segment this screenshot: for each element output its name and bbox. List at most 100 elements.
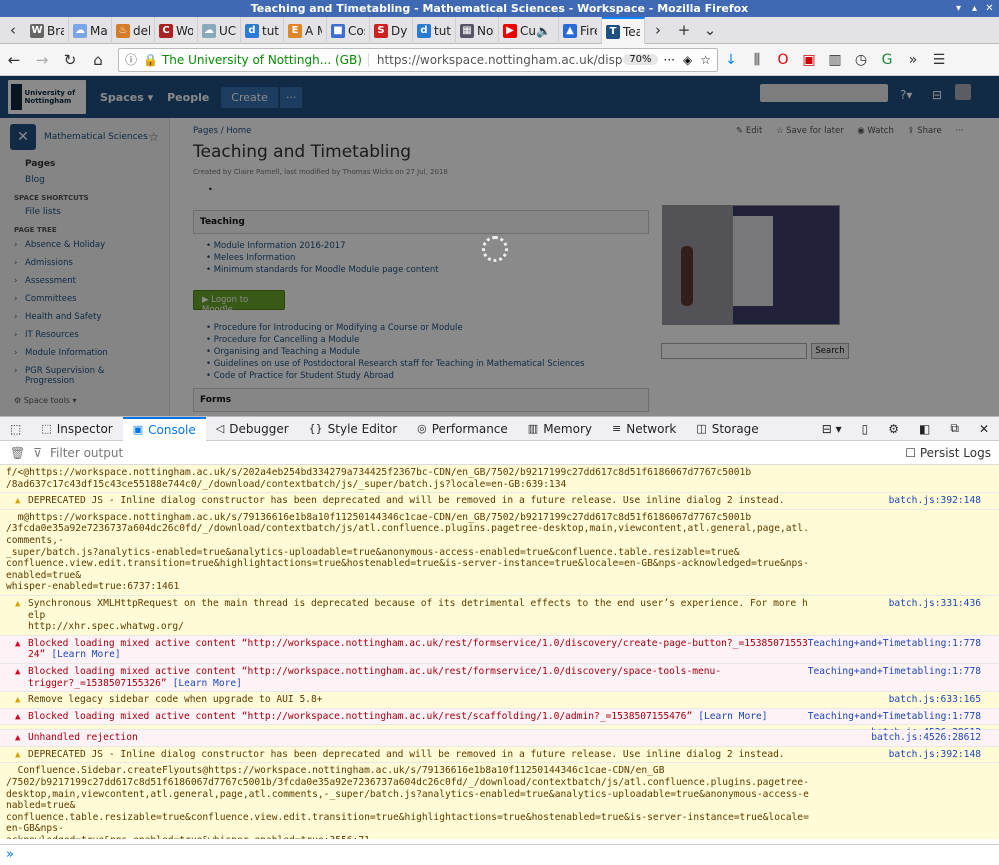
tab-10[interactable]: ▦Nottir: [456, 17, 499, 44]
grammarly-icon[interactable]: G: [874, 52, 900, 68]
navigation-toolbar: ← → ↻ ⌂ ⓘ 🔒 The University of Nottingh..…: [0, 44, 999, 76]
library-icon[interactable]: ⫼: [744, 52, 770, 68]
filter-icon: ⊽: [33, 445, 43, 460]
tab-label: Mach: [90, 23, 107, 38]
undock-icon[interactable]: ⧉: [940, 417, 969, 441]
warning-icon: ▲: [15, 695, 21, 706]
tab-2[interactable]: ♨debu: [112, 17, 155, 44]
devtools-tab-performance[interactable]: ◎ Performance: [407, 417, 518, 441]
trash-icon[interactable]: 🗑: [10, 446, 25, 460]
extension-badge-icon[interactable]: ▣: [796, 52, 822, 68]
tab-13[interactable]: TTea: [602, 17, 645, 44]
learn-more-link[interactable]: [Learn More]: [173, 678, 242, 689]
devtools-tab-icon: ▥: [527, 422, 539, 435]
tab-9[interactable]: dtutori: [413, 17, 456, 44]
devtools-tab-style-editor[interactable]: {} Style Editor: [299, 417, 407, 441]
minimize-button[interactable]: ▾: [952, 2, 965, 15]
scroll-tabs-left-button[interactable]: ‹: [0, 17, 26, 43]
tab-12[interactable]: ▲Firefo: [559, 17, 602, 44]
devtools-tab-label: Storage: [711, 421, 759, 436]
maximize-button[interactable]: ▴: [968, 2, 981, 15]
message-text: Confluence.Sidebar.createFlyouts@https:/…: [6, 765, 809, 839]
devtools-tab-memory[interactable]: ▥ Memory: [518, 417, 602, 441]
devtools-tab-label: Inspector: [56, 421, 113, 436]
message-source-link[interactable]: Teaching+and+Timetabling:1:778: [808, 638, 981, 650]
tab-5[interactable]: dtutori: [241, 17, 284, 44]
message-source-link[interactable]: batch.js:4526:28612: [871, 732, 981, 744]
message-source-link[interactable]: Teaching+and+Timetabling:1:778: [808, 666, 981, 678]
url-text[interactable]: https://workspace.nottingham.ac.uk/displ: [367, 52, 623, 67]
devtools-tab-icon: ≡: [612, 422, 622, 435]
url-bar[interactable]: ⓘ 🔒 The University of Nottingh... (GB) h…: [118, 47, 718, 72]
tab-favicon-icon: E: [288, 23, 302, 38]
message-text: Remove legacy sidebar code when upgrade …: [28, 694, 323, 706]
element-picker-icon[interactable]: ⬚: [0, 417, 31, 441]
info-icon[interactable]: ⓘ: [125, 51, 137, 68]
error-icon: ▲: [15, 733, 21, 744]
message-source-link[interactable]: batch.js:331:436: [889, 598, 981, 610]
console-message: f/<@https://workspace.nottingham.ac.uk/s…: [0, 465, 999, 494]
overflow-icon[interactable]: »: [900, 52, 926, 68]
tab-1[interactable]: ☁Mach: [69, 17, 112, 44]
close-window-button[interactable]: ✕: [983, 2, 996, 15]
message-text: DEPRECATED JS - Inline dialog constructo…: [28, 495, 785, 507]
bookmark-star-icon[interactable]: ☆: [700, 53, 711, 67]
settings-icon[interactable]: ⚙: [878, 417, 909, 441]
persist-logs-checkbox[interactable]: ☐ Persist Logs: [905, 446, 991, 460]
reload-icon[interactable]: ↻: [56, 47, 84, 73]
tab-4[interactable]: ☁UCLA RE: [198, 17, 241, 44]
tab-label: Tea: [623, 24, 640, 39]
learn-more-link[interactable]: [Learn More]: [698, 711, 767, 722]
message-source-link[interactable]: batch.js:392:148: [889, 749, 981, 761]
split-console-icon[interactable]: ◧: [909, 417, 940, 441]
tab-favicon-icon: ☁: [73, 23, 87, 38]
back-icon[interactable]: ←: [0, 47, 28, 73]
message-source-link[interactable]: batch.js:392:148: [889, 495, 981, 507]
console-toolbar: 🗑 ⊽ Filter output ☐ Persist Logs: [0, 441, 999, 465]
history-icon[interactable]: ◷: [848, 52, 874, 68]
error-icon: ▲: [15, 638, 21, 649]
devtools-tab-storage[interactable]: ◫ Storage: [686, 417, 768, 441]
tab-label: Firefo: [580, 23, 597, 38]
console-message: ▲ Blocked loading mixed active content “h…: [0, 663, 999, 693]
pocket-icon[interactable]: ◈: [683, 53, 692, 67]
tab-11[interactable]: ▶ Cu 🔈: [499, 17, 559, 44]
opera-icon[interactable]: O: [770, 52, 796, 68]
scroll-tabs-right-button[interactable]: ›: [645, 17, 671, 43]
tab-0[interactable]: WBrain: [26, 17, 69, 44]
devtools-tab-debugger[interactable]: ◁ Debugger: [206, 417, 299, 441]
page-actions-icon[interactable]: ···: [664, 53, 675, 67]
close-devtools-icon[interactable]: ✕: [969, 417, 999, 441]
responsive-mode-icon[interactable]: ▯: [852, 417, 879, 441]
download-icon[interactable]: ↓: [718, 52, 744, 68]
console-message: Confluence.Sidebar.createFlyouts@https:/…: [0, 763, 999, 839]
tab-favicon-icon: C: [159, 23, 173, 38]
new-tab-button[interactable]: +: [671, 17, 697, 43]
zoom-level[interactable]: 70%: [623, 54, 658, 65]
loading-spinner-icon: [482, 236, 508, 262]
message-text: f/<@https://workspace.nottingham.ac.uk/s…: [6, 467, 752, 490]
forward-icon[interactable]: →: [28, 47, 56, 73]
all-tabs-button[interactable]: ⌄: [697, 17, 723, 43]
tab-7[interactable]: ■Cosyr: [327, 17, 370, 44]
message-source-link[interactable]: Teaching+and+Timetabling:1:778: [808, 711, 981, 723]
console-input[interactable]: »: [0, 844, 999, 864]
console-message: m@https://workspace.nottingham.ac.uk/s/7…: [0, 509, 999, 596]
audio-icon[interactable]: 🔈: [536, 24, 551, 38]
learn-more-link[interactable]: [Learn More]: [51, 649, 120, 660]
site-identity[interactable]: The University of Nottingh... (GB): [162, 53, 362, 67]
filter-output-input[interactable]: Filter output: [50, 446, 905, 460]
tab-6[interactable]: EA Ma: [284, 17, 327, 44]
sidebar-icon[interactable]: ▥: [822, 52, 848, 68]
dock-options-icon[interactable]: ⊟ ▾: [812, 417, 852, 441]
menu-icon[interactable]: ☰: [926, 52, 952, 68]
home-icon[interactable]: ⌂: [84, 47, 112, 73]
message-source-link[interactable]: batch.js:633:165: [889, 694, 981, 706]
tab-3[interactable]: CWork: [155, 17, 198, 44]
tab-8[interactable]: SDyna: [370, 17, 413, 44]
devtools-tab-network[interactable]: ≡ Network: [602, 417, 686, 441]
devtools-tab-inspector[interactable]: ⬚ Inspector: [31, 417, 122, 441]
tab-label: tutori: [434, 23, 451, 38]
devtools-tab-console[interactable]: ▣ Console: [122, 416, 206, 441]
tab-label: A Ma: [305, 23, 322, 38]
